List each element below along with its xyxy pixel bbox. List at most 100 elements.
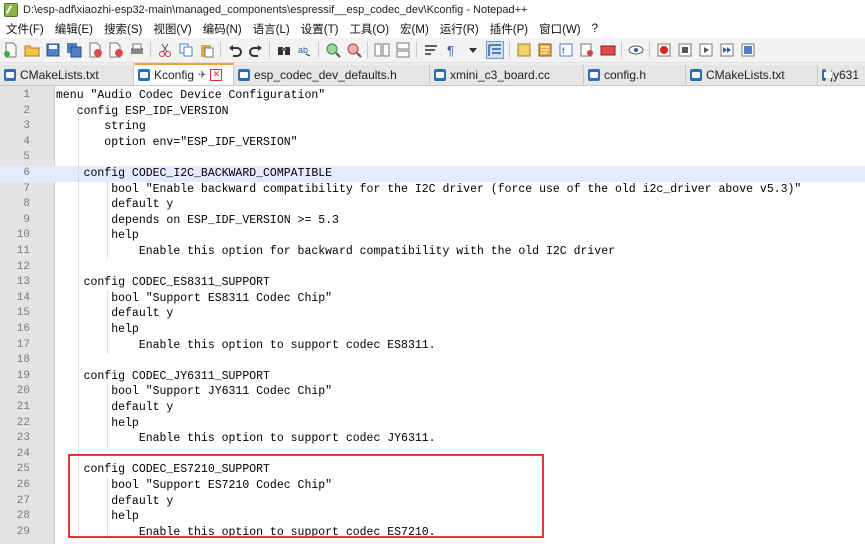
save-all-icon[interactable] (66, 42, 82, 58)
indent-guide-icon[interactable] (486, 41, 504, 59)
zoom-in-icon[interactable] (325, 42, 341, 58)
undo-icon[interactable] (227, 42, 243, 58)
menu-settings[interactable]: 设置(T) (301, 21, 339, 37)
code-line[interactable]: 2 config ESP_IDF_VERSION (0, 104, 865, 120)
record-macro-icon[interactable] (656, 42, 672, 58)
code-line[interactable]: 7 bool "Enable backward compatibility fo… (0, 182, 865, 198)
code-line[interactable]: 6 config CODEC_I2C_BACKWARD_COMPATIBLE (0, 166, 865, 182)
menu-plugins[interactable]: 插件(P) (490, 21, 528, 37)
file-icon (434, 69, 446, 81)
toolbar: ab ¶ f (0, 38, 865, 63)
code-line[interactable]: 16 help (0, 322, 865, 338)
show-all-characters-icon[interactable]: ¶ (444, 42, 460, 58)
code-line[interactable]: 13 config CODEC_ES8311_SUPPORT (0, 275, 865, 291)
tab-bar: CMakeLists.txt Kconfig ✈ ✕ esp_codec_dev… (0, 63, 865, 86)
close-all-icon[interactable] (108, 42, 124, 58)
dropdown-arrow-icon[interactable] (465, 42, 481, 58)
code-line[interactable]: 1 menu "Audio Codec Device Configuration" (0, 88, 865, 104)
tab-jy631[interactable]: jy631 (818, 65, 865, 85)
window-title: D:\esp-adf\xiaozhi-esp32-main\managed_co… (23, 4, 528, 16)
line-number: 2 (23, 104, 30, 117)
code-text: Enable this option to support codec JY63… (56, 432, 436, 446)
code-line[interactable]: 15 default y (0, 306, 865, 322)
menu-edit[interactable]: 编辑(E) (55, 21, 93, 37)
tab-cmakelists[interactable]: CMakeLists.txt (0, 65, 134, 85)
find-icon[interactable] (276, 42, 292, 58)
svg-text:ab: ab (298, 45, 308, 55)
line-number: 18 (16, 354, 30, 367)
line-number: 3 (23, 120, 30, 133)
code-line[interactable]: 10 help (0, 228, 865, 244)
tab-xmini-c3-board[interactable]: xmini_c3_board.cc (430, 65, 584, 85)
code-line[interactable]: 23 Enable this option to support codec J… (0, 431, 865, 447)
code-line[interactable]: 8 default y (0, 197, 865, 213)
close-tab-icon[interactable]: ✕ (210, 69, 223, 81)
monitoring-icon[interactable] (600, 42, 616, 58)
tab-cmakelists-2[interactable]: CMakeLists.txt (686, 65, 818, 85)
line-number: 7 (23, 182, 30, 195)
save-icon[interactable] (45, 42, 61, 58)
toolbar-separator (416, 42, 417, 58)
paste-icon[interactable] (199, 42, 215, 58)
menu-macro[interactable]: 宏(M) (400, 21, 429, 37)
notepad-plus-plus-icon (4, 3, 18, 17)
line-number: 1 (23, 89, 30, 101)
file-icon (238, 69, 250, 81)
code-text: config CODEC_JY6311_SUPPORT (56, 369, 270, 383)
indent-guide (107, 181, 108, 260)
code-line[interactable]: 11 Enable this option for backward compa… (0, 244, 865, 260)
code-line[interactable]: 14 bool "Support ES8311 Codec Chip" (0, 291, 865, 307)
cut-icon[interactable] (157, 42, 173, 58)
code-line[interactable]: 5 (0, 150, 865, 166)
code-line[interactable]: 19 config CODEC_JY6311_SUPPORT (0, 369, 865, 385)
close-file-icon[interactable] (87, 42, 103, 58)
menu-search[interactable]: 搜索(S) (104, 21, 142, 37)
menu-encoding[interactable]: 编码(N) (203, 21, 242, 37)
code-line[interactable]: 3 string (0, 119, 865, 135)
code-line[interactable]: 9 depends on ESP_IDF_VERSION >= 5.3 (0, 213, 865, 229)
stop-macro-icon[interactable] (677, 42, 693, 58)
code-line[interactable]: 18 (0, 353, 865, 369)
word-wrap-icon[interactable] (423, 42, 439, 58)
line-number: 8 (23, 198, 30, 211)
code-line[interactable]: 20 bool "Support JY6311 Codec Chip" (0, 384, 865, 400)
file-icon (138, 69, 150, 81)
tab-config-h[interactable]: config.h (584, 65, 686, 85)
menu-language[interactable]: 语言(L) (253, 21, 290, 37)
code-line[interactable]: 17 Enable this option to support codec E… (0, 338, 865, 354)
eye-icon[interactable] (628, 42, 644, 58)
menu-window[interactable]: 窗口(W) (539, 21, 581, 37)
redo-icon[interactable] (248, 42, 264, 58)
code-line[interactable]: 22 help (0, 416, 865, 432)
line-number: 14 (16, 291, 30, 304)
code-line[interactable]: 12 (0, 260, 865, 276)
new-file-icon[interactable] (3, 42, 19, 58)
save-macro-icon[interactable] (740, 42, 756, 58)
udl-icon[interactable] (516, 42, 532, 58)
pin-icon[interactable]: ✈ (198, 70, 206, 81)
menu-run[interactable]: 运行(R) (440, 21, 479, 37)
function-list-icon[interactable]: f (558, 42, 574, 58)
code-text: default y (56, 401, 174, 414)
menu-view[interactable]: 视图(V) (153, 21, 191, 37)
tab-esp-codec-dev-defaults[interactable]: esp_codec_dev_defaults.h (234, 65, 430, 85)
menu-tools[interactable]: 工具(O) (349, 21, 389, 37)
menu-file[interactable]: 文件(F) (6, 21, 44, 37)
play-macro-icon[interactable] (698, 42, 714, 58)
zoom-out-icon[interactable] (346, 42, 362, 58)
folder-workspace-icon[interactable] (579, 42, 595, 58)
run-macro-multiple-icon[interactable] (719, 42, 735, 58)
sync-vertical-icon[interactable] (374, 42, 390, 58)
copy-icon[interactable] (178, 42, 194, 58)
replace-icon[interactable]: ab (297, 42, 313, 58)
code-line[interactable]: 4 option env="ESP_IDF_VERSION" (0, 135, 865, 151)
menu-help[interactable]: ? (592, 23, 598, 35)
sync-horizontal-icon[interactable] (395, 42, 411, 58)
code-text: bool "Support JY6311 Codec Chip" (56, 385, 333, 399)
doc-map-icon[interactable] (537, 42, 553, 58)
open-file-icon[interactable] (24, 42, 40, 58)
tab-kconfig[interactable]: Kconfig ✈ ✕ (134, 63, 234, 85)
print-icon[interactable] (129, 42, 145, 58)
code-line[interactable]: 21 default y (0, 400, 865, 416)
code-editor[interactable]: 1 menu "Audio Codec Device Configuration"… (0, 86, 865, 544)
